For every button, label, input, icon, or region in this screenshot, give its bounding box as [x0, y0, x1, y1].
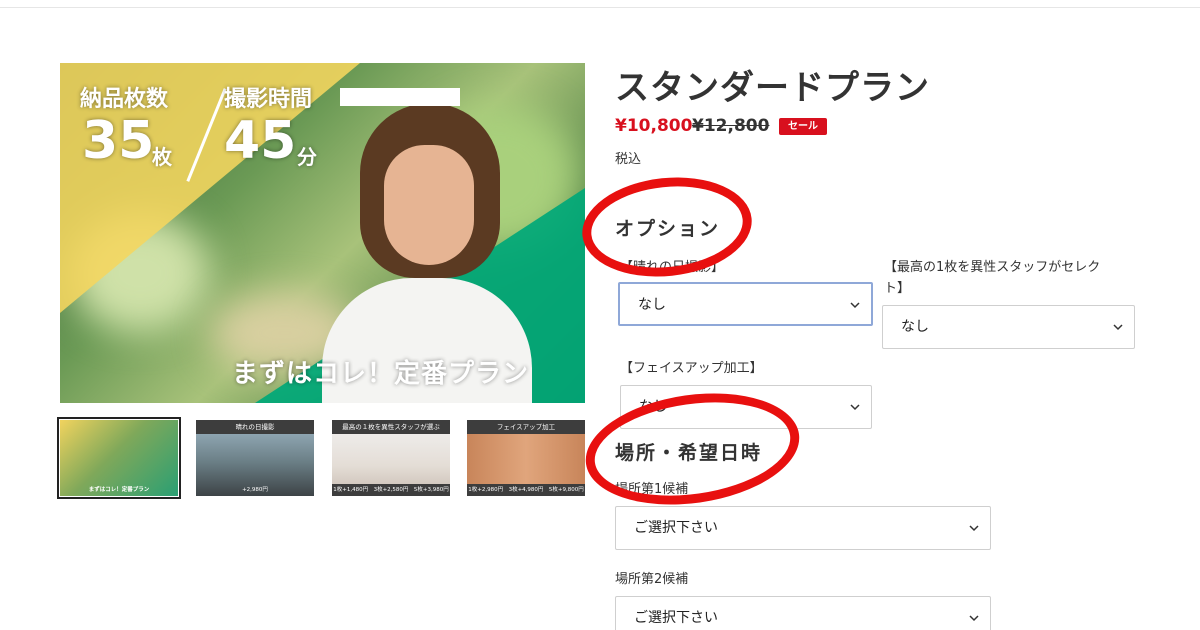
select-value: ご選択下さい: [634, 520, 718, 536]
staff-option-select[interactable]: なし: [882, 305, 1135, 349]
delivery-count: 35: [82, 111, 155, 171]
staff-option-label-line2: ト】: [884, 281, 911, 296]
select-value: ご選択下さい: [634, 610, 718, 626]
chevron-down-icon: [850, 404, 860, 411]
place-second-select[interactable]: ご選択下さい: [615, 596, 991, 630]
original-price: ¥12,800: [692, 116, 770, 136]
sale-badge: セール: [779, 118, 827, 135]
top-divider: [0, 7, 1200, 8]
thumbnail-caption: まずはコレ！定番プラン: [88, 487, 150, 493]
chevron-down-icon: [969, 525, 979, 532]
product-title: スタンダードプラン: [615, 68, 930, 108]
chevron-down-icon: [969, 615, 979, 622]
select-value: なし: [638, 297, 666, 313]
redaction-bar: [340, 88, 460, 106]
delivery-unit: 枚: [152, 145, 172, 169]
time-unit: 分: [297, 145, 317, 169]
chevron-down-icon: [1113, 324, 1123, 331]
thumbnail-2[interactable]: 晴れの日撮影 +2,980円: [196, 420, 314, 496]
tax-note: 税込: [615, 152, 642, 167]
delivery-label: 納品枚数: [80, 87, 169, 112]
thumbnail-title: 最高の１枚を異性スタッフが選ぶ: [332, 420, 450, 434]
thumbnail-title: フェイスアップ加工: [467, 420, 585, 434]
hero-tagline: まずはコレ！定番プラン: [232, 359, 530, 389]
thumbnail-title: 晴れの日撮影: [196, 420, 314, 434]
thumbnail-1[interactable]: まずはコレ！定番プラン: [57, 417, 181, 499]
red-annotation-circle: [577, 169, 757, 285]
thumbnail-price: 1枚+1,480円 3枚+2,580円 5枚+3,980円: [332, 484, 450, 496]
sale-price: ¥10,800: [615, 116, 693, 136]
thumbnail-3[interactable]: 最高の１枚を異性スタッフが選ぶ 1枚+1,480円 3枚+2,580円 5枚+3…: [332, 420, 450, 496]
main-product-image: 納品枚数 35 枚 撮影時間 45 分 まずはコレ！定番プラン: [60, 63, 585, 403]
thumbnail-price: 1枚+2,980円 3枚+4,980円 5枚+9,800円: [467, 484, 585, 496]
place-first-select[interactable]: ご選択下さい: [615, 506, 991, 550]
thumbnail-price: +2,980円: [242, 487, 268, 493]
time-label: 撮影時間: [224, 87, 313, 112]
face-option-label: 【フェイスアップ加工】: [620, 361, 763, 376]
select-value: なし: [901, 319, 929, 335]
staff-option-label-line1: 【最高の1枚を異性スタッフがセレク: [884, 260, 1101, 275]
sunny-option-select[interactable]: なし: [618, 282, 873, 326]
chevron-down-icon: [850, 302, 860, 309]
thumbnail-4[interactable]: フェイスアップ加工 1枚+2,980円 3枚+4,980円 5枚+9,800円: [467, 420, 585, 496]
place-second-label: 場所第2候補: [615, 572, 689, 587]
time-count: 45: [224, 111, 297, 171]
